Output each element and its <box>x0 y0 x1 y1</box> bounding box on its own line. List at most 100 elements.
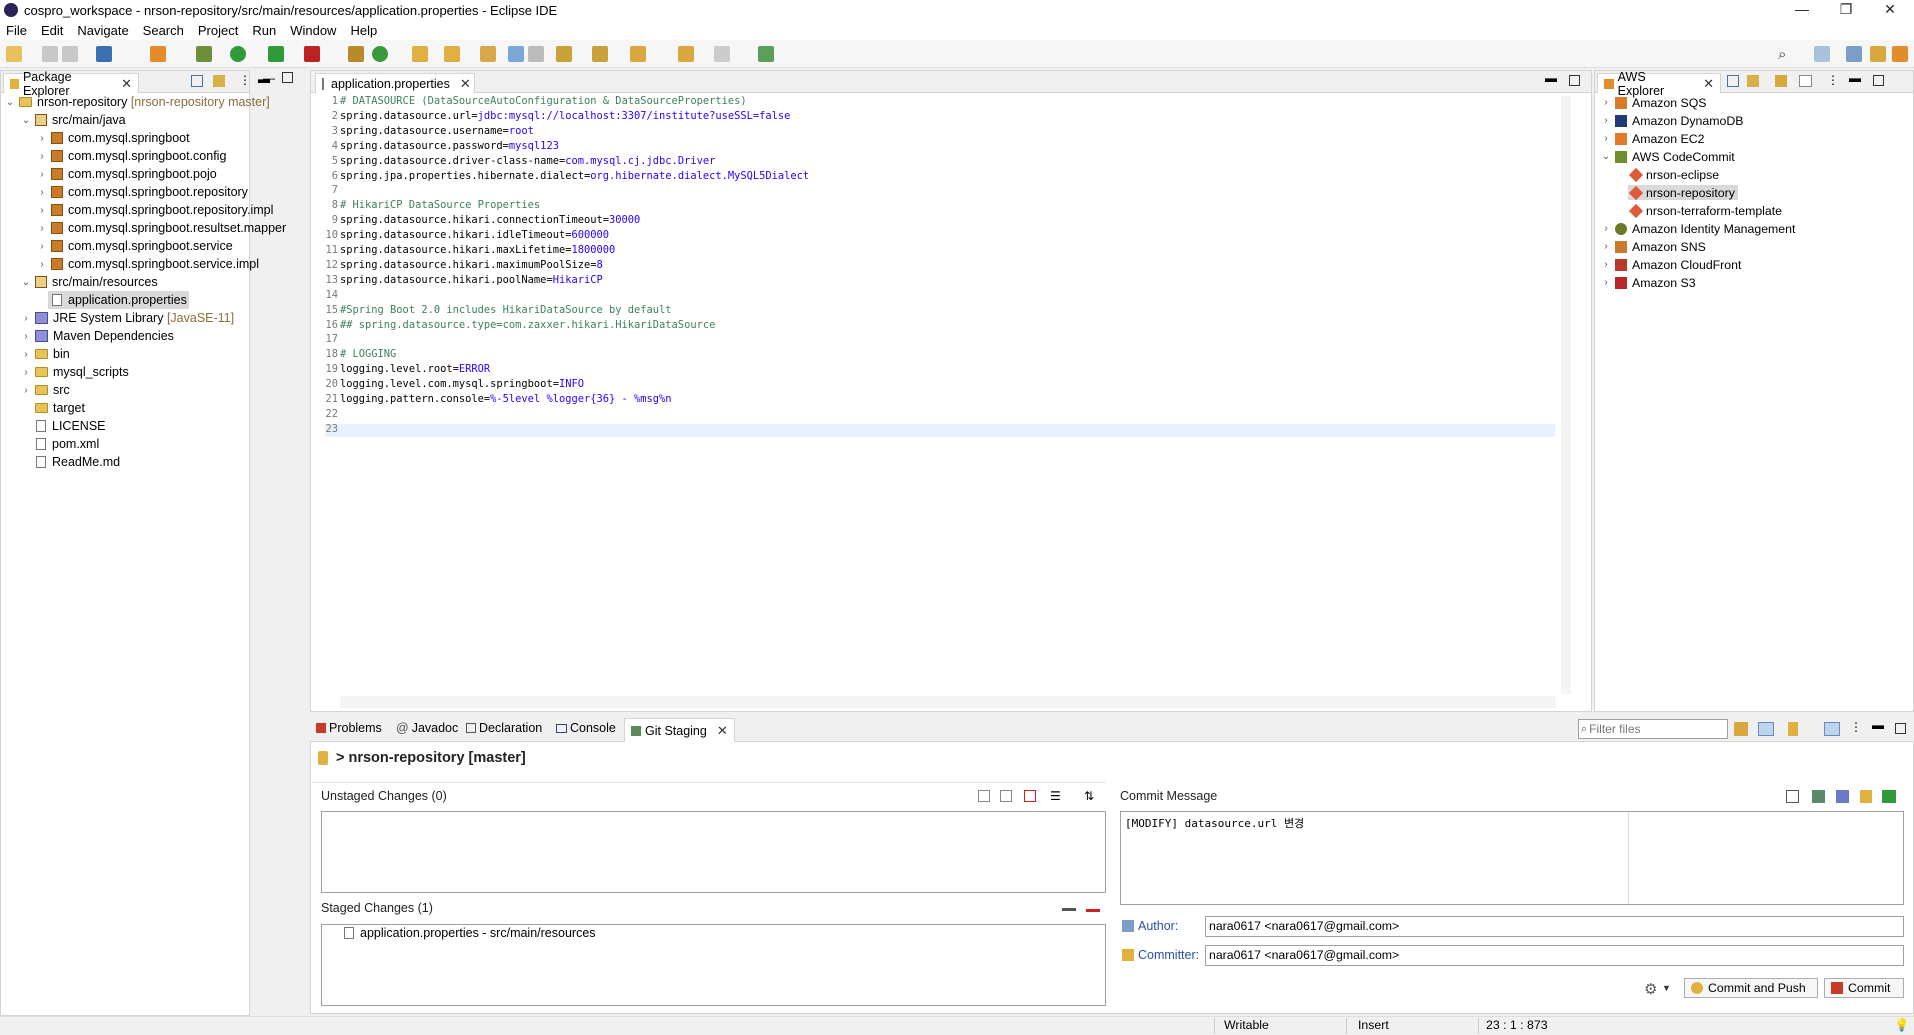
unstage-all-icon[interactable] <box>1086 904 1100 912</box>
repo-select-icon[interactable] <box>1788 722 1798 736</box>
tree-folder[interactable]: target <box>32 399 85 417</box>
minimize-view-icon[interactable]: ▬ <box>258 72 270 86</box>
commit-history-icon[interactable] <box>1786 790 1799 803</box>
tree-folder[interactable]: › mysql_scripts <box>20 363 128 381</box>
menu-window[interactable]: Window <box>284 23 344 38</box>
menu-help[interactable]: Help <box>344 23 385 38</box>
aws-item-iam[interactable]: › Amazon Identity Management <box>1600 221 1795 236</box>
menu-project[interactable]: Project <box>192 23 246 38</box>
code-line[interactable]: 5 spring.datasource.driver-class-name=com… <box>318 155 716 167</box>
code-line[interactable]: 21 logging.pattern.console=%-5level %logg… <box>318 393 671 405</box>
code-line[interactable]: 18 # LOGGING <box>318 348 396 360</box>
minimize-view-icon[interactable]: ▬ <box>1849 71 1861 85</box>
view-menu-icon[interactable]: ⋮ <box>1827 73 1839 87</box>
open-perspective-icon[interactable] <box>1814 46 1830 62</box>
chevron-down-icon[interactable]: ▼ <box>1662 983 1671 993</box>
show-whitespace-icon[interactable] <box>528 46 544 62</box>
editor-horizontal-scrollbar[interactable] <box>340 696 1556 708</box>
debug-icon[interactable] <box>196 46 212 62</box>
stage-selected-icon[interactable] <box>978 790 990 802</box>
view-menu-icon[interactable]: ⋮ <box>239 73 251 87</box>
maximize-view-icon[interactable] <box>1873 75 1884 86</box>
block-selection-icon[interactable] <box>508 46 524 62</box>
last-edit-icon[interactable] <box>630 46 646 62</box>
change-id-icon[interactable] <box>1882 790 1896 803</box>
aws-item-s3[interactable]: › Amazon S3 <box>1600 275 1695 290</box>
code-line[interactable]: 8 # HikariCP DataSource Properties <box>318 199 540 211</box>
close-icon[interactable]: ✕ <box>460 76 471 92</box>
close-icon[interactable]: ✕ <box>121 76 132 92</box>
tree-package[interactable]: › com.mysql.springboot.repository.impl <box>36 201 273 219</box>
unstage-selected-icon[interactable] <box>1062 908 1076 911</box>
repo-item[interactable]: nrson-terraform-template <box>1628 203 1782 218</box>
collapse-all-icon[interactable] <box>191 75 203 87</box>
tree-src-resources[interactable]: ⌄ src/main/resources <box>20 273 158 291</box>
run-icon[interactable] <box>230 46 246 62</box>
aws-icon[interactable] <box>150 46 166 62</box>
minimize-button[interactable]: — <box>1780 0 1824 20</box>
lightbulb-icon[interactable]: 💡 <box>1894 1018 1909 1033</box>
tree-selected-file[interactable]: application.properties <box>48 291 189 309</box>
aws-item-cloudfront[interactable]: › Amazon CloudFront <box>1600 257 1741 272</box>
java-perspective-icon[interactable] <box>1846 46 1862 62</box>
staged-item[interactable]: application.properties - src/main/resour… <box>344 926 596 940</box>
region-flag-icon[interactable] <box>1799 75 1812 87</box>
code-line[interactable]: 3 spring.datasource.username=root <box>318 125 534 137</box>
terminal-icon[interactable] <box>96 46 112 62</box>
code-line[interactable]: 17 <box>318 333 340 345</box>
new-class-icon[interactable] <box>372 46 388 62</box>
sign-off-icon[interactable] <box>1836 790 1849 803</box>
code-line[interactable]: 20 logging.level.com.mysql.springboot=INF… <box>318 378 584 390</box>
close-window-button[interactable]: ✕ <box>1868 0 1912 20</box>
code-line[interactable]: 16 ## spring.datasource.type=com.zaxxer.h… <box>318 319 715 331</box>
tree-file[interactable]: LICENSE <box>32 417 106 435</box>
repo-item-selected[interactable]: nrson-repository <box>1628 185 1738 200</box>
ignore-icon[interactable] <box>1024 790 1036 802</box>
code-line[interactable]: 22 <box>318 408 340 420</box>
tree-package[interactable]: › com.mysql.springboot.resultset.mapper <box>36 219 286 237</box>
open-type-icon[interactable] <box>412 46 428 62</box>
layout-icon[interactable] <box>1824 722 1840 736</box>
maximize-view-icon[interactable] <box>282 72 293 83</box>
tree-package[interactable]: › com.mysql.springboot <box>36 129 189 147</box>
tab-problems[interactable]: Problems <box>316 721 382 735</box>
tree-project[interactable]: ⌄ nrson-repository [nrson-repository mast… <box>4 93 270 111</box>
aws-perspective-icon[interactable] <box>1892 46 1908 62</box>
tree-folder[interactable]: › bin <box>20 345 69 363</box>
new-java-package-icon[interactable] <box>348 46 364 62</box>
new-icon[interactable] <box>6 46 22 62</box>
tab-package-explorer[interactable]: Package Explorer ✕ <box>3 70 139 98</box>
committer-field[interactable]: nara0617 <nara0617@gmail.com> <box>1205 945 1904 966</box>
next-annotation-icon[interactable] <box>556 46 572 62</box>
aws-item-ec2[interactable]: › Amazon EC2 <box>1600 131 1704 146</box>
tree-file[interactable]: ReadMe.md <box>32 453 120 471</box>
code-line[interactable]: 4 spring.datasource.password=mysql123 <box>318 140 559 152</box>
pin-editor-icon[interactable] <box>758 46 774 62</box>
sort-icon[interactable]: ⇅ <box>1084 789 1094 803</box>
menu-edit[interactable]: Edit <box>35 23 71 38</box>
filter-files-input[interactable] <box>1589 722 1715 736</box>
prev-annotation-icon[interactable] <box>592 46 608 62</box>
commit-button[interactable]: Commit <box>1824 978 1904 998</box>
minimize-view-icon[interactable]: ▬ <box>1872 718 1884 732</box>
tree-package[interactable]: › com.mysql.springboot.repository <box>36 183 248 201</box>
save-all-icon[interactable] <box>62 46 78 62</box>
tab-console[interactable]: Console <box>556 721 616 735</box>
menu-file[interactable]: File <box>0 23 35 38</box>
search-icon[interactable]: ⌕ <box>1778 46 1794 63</box>
tree-maven[interactable]: › Maven Dependencies <box>20 327 174 345</box>
code-line[interactable]: 13 spring.datasource.hikari.poolName=Hika… <box>318 274 602 286</box>
maximize-view-icon[interactable] <box>1569 75 1580 86</box>
gpg-sign-icon[interactable] <box>1860 790 1872 803</box>
code-line[interactable]: 6 spring.jpa.properties.hibernate.dialect… <box>318 170 809 182</box>
save-icon[interactable] <box>42 46 58 62</box>
tab-javadoc[interactable]: @ Javadoc <box>396 721 458 735</box>
search-tool-icon[interactable] <box>444 46 460 62</box>
tree-src-java[interactable]: ⌄ src/main/java <box>20 111 126 129</box>
tree-package[interactable]: › com.mysql.springboot.pojo <box>36 165 216 183</box>
aws-item-codecommit[interactable]: ⌄ AWS CodeCommit <box>1600 149 1735 164</box>
close-icon[interactable]: ✕ <box>717 723 728 739</box>
minimize-view-icon[interactable]: ▬ <box>1545 71 1557 85</box>
code-line[interactable]: 19 logging.level.root=ERROR <box>318 363 490 375</box>
git-perspective-icon[interactable] <box>1870 46 1886 62</box>
